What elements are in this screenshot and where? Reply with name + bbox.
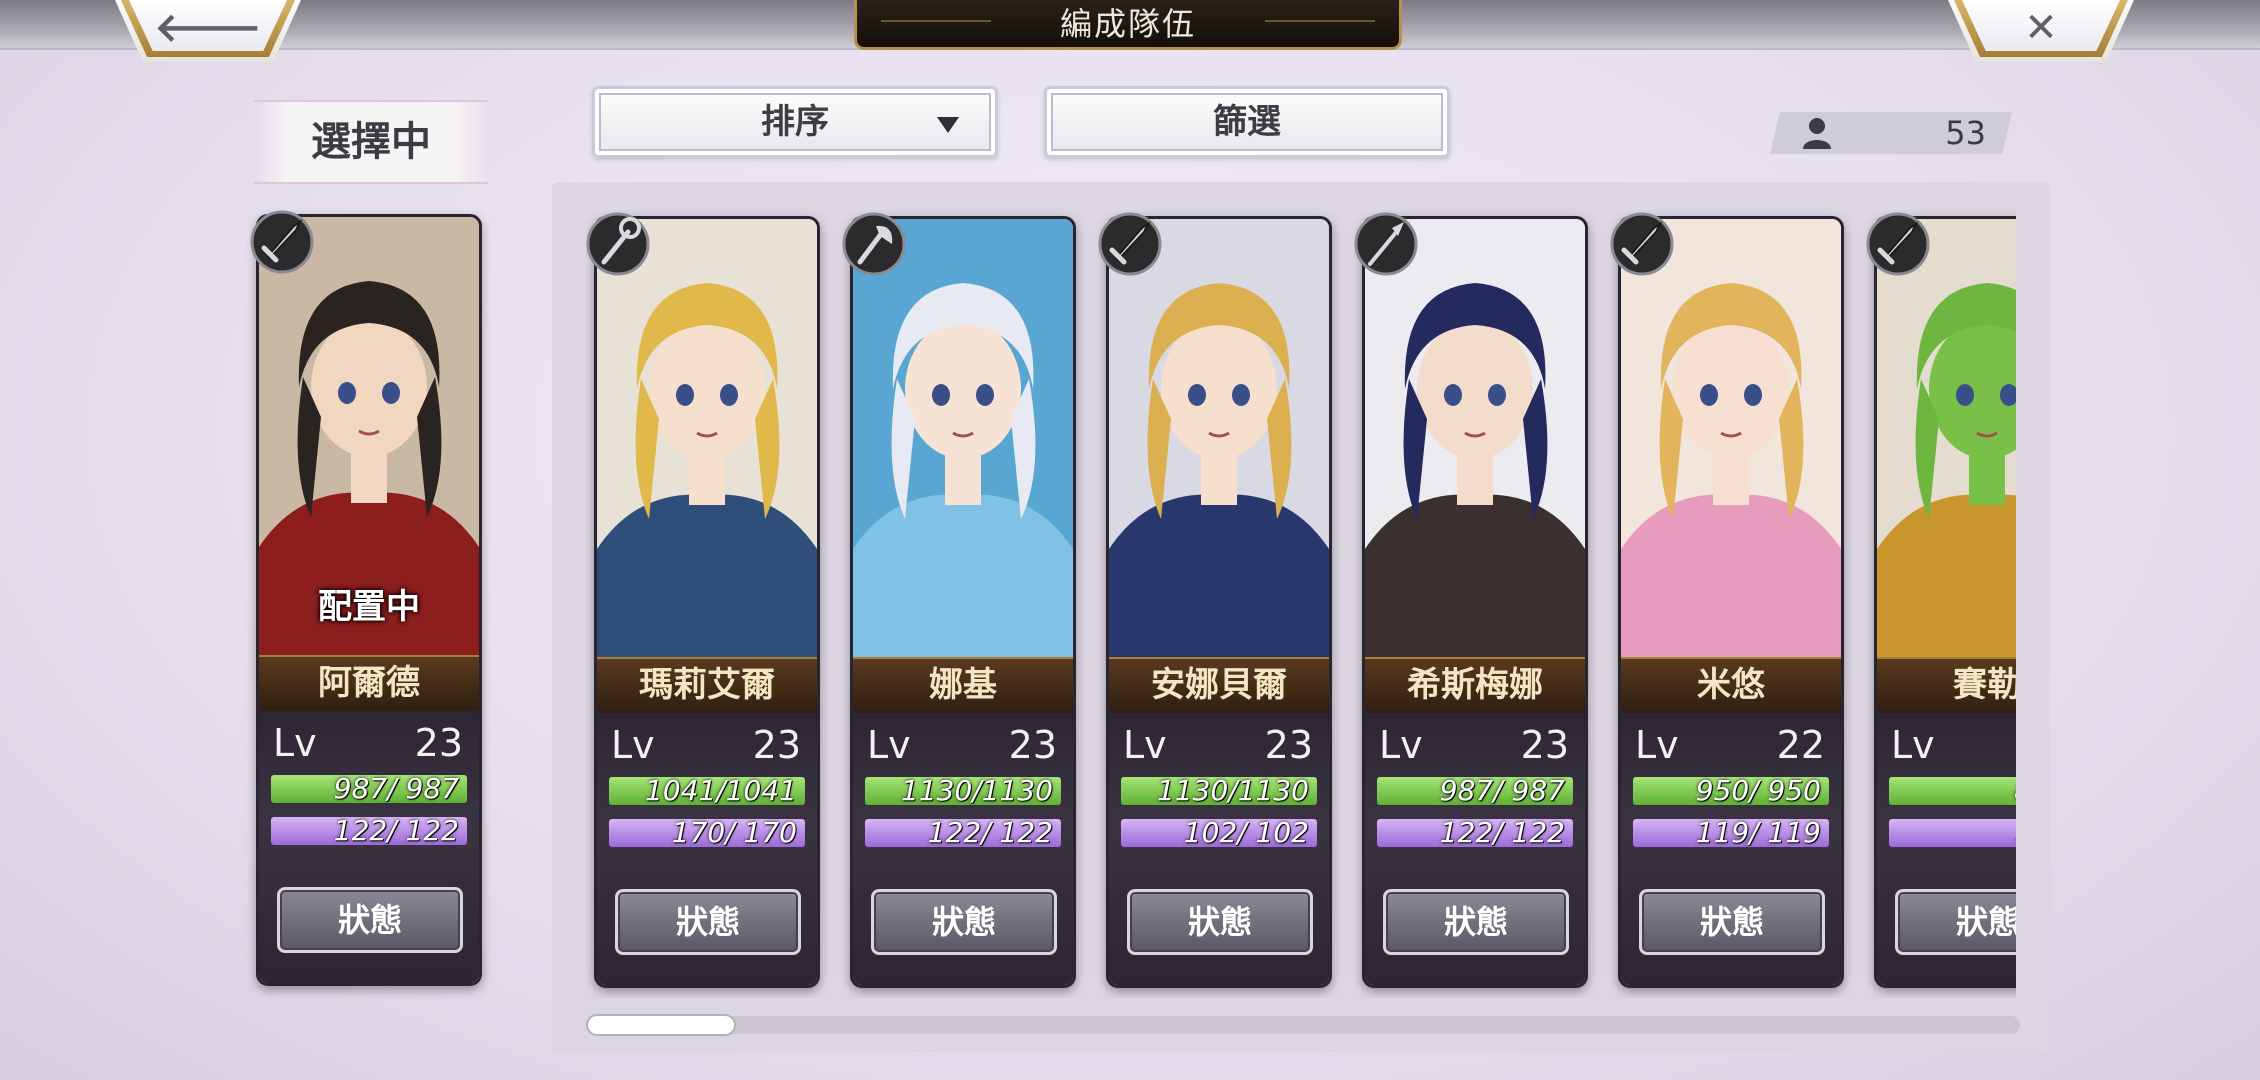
unit-card[interactable]: 希斯梅娜 Lv 23 987/ 987 122/ 122 狀態 <box>1362 216 1588 988</box>
level-value: 23 <box>1520 723 1569 767</box>
roster-scrollbar-thumb[interactable] <box>586 1014 736 1036</box>
level-value: 23 <box>1008 723 1057 767</box>
unit-card[interactable]: 安娜貝爾 Lv 23 1130/1130 102/ 102 狀態 <box>1106 216 1332 988</box>
unit-card[interactable]: 賽勒 Lv 857/134/狀態 <box>1874 216 2016 988</box>
level-label: Lv <box>867 723 911 767</box>
level-value: 23 <box>752 723 801 767</box>
sword-icon <box>1864 210 1932 278</box>
filter-label: 篩選 <box>1213 102 1281 142</box>
status-button[interactable]: 狀態 <box>1639 889 1825 955</box>
sword-icon <box>1608 210 1676 278</box>
unit-stats: Lv 857/134/狀態 <box>1877 713 2016 985</box>
close-icon: ✕ <box>2024 5 2058 51</box>
unit-count-badge: 53 <box>1770 112 2012 154</box>
page-title: 編成隊伍 <box>1059 5 1196 43</box>
hp-bar: 950/ 950 <box>1633 777 1829 805</box>
chevron-down-icon <box>937 117 959 133</box>
unit-portrait <box>1621 219 1841 657</box>
unit-stats: Lv 22 950/ 950 119/ 119 狀態 <box>1621 713 1841 985</box>
title-ornament-left <box>881 20 991 22</box>
level-label: Lv <box>1891 723 1935 767</box>
hp-bar: 1041/1041 <box>609 777 805 805</box>
unit-portrait <box>1109 219 1329 657</box>
hp-bar: 987/ 987 <box>271 775 467 803</box>
unit-card[interactable]: 米悠 Lv 22 950/ 950 119/ 119 狀態 <box>1618 216 1844 988</box>
selected-label: 選擇中 <box>254 100 488 184</box>
status-button[interactable]: 狀態 <box>1895 889 2016 955</box>
unit-name: 米悠 <box>1621 657 1841 715</box>
level-value: 23 <box>1264 723 1313 767</box>
unit-portrait <box>1365 219 1585 657</box>
sword-icon <box>248 208 316 276</box>
page-title-plate: 編成隊伍 <box>854 0 1402 50</box>
sp-bar: 119/ 119 <box>1633 819 1829 847</box>
back-button[interactable]: 🡐 <box>115 0 301 62</box>
level-label: Lv <box>1635 723 1679 767</box>
spear-icon <box>1352 210 1420 278</box>
unit-card[interactable]: 瑪莉艾爾 Lv 23 1041/1041 170/ 170 狀態 <box>594 216 820 988</box>
title-ornament-right <box>1265 20 1375 22</box>
unit-portrait <box>1877 219 2016 657</box>
unit-name: 瑪莉艾爾 <box>597 657 817 715</box>
unit-card[interactable]: 娜基 Lv 23 1130/1130 122/ 122 狀態 <box>850 216 1076 988</box>
close-button[interactable]: ✕ <box>1948 0 2134 62</box>
person-icon <box>1803 118 1831 149</box>
status-button[interactable]: 狀態 <box>871 889 1057 955</box>
sp-bar: 102/ 102 <box>1121 819 1317 847</box>
level-label: Lv <box>1379 723 1423 767</box>
level-label: Lv <box>1123 723 1167 767</box>
unit-name: 安娜貝爾 <box>1109 657 1329 715</box>
unit-name: 希斯梅娜 <box>1365 657 1585 715</box>
hp-bar: 1130/1130 <box>865 777 1061 805</box>
sp-bar: 122/ 122 <box>865 819 1061 847</box>
filter-button[interactable]: 篩選 <box>1044 86 1450 158</box>
sort-label: 排序 <box>761 102 829 142</box>
unit-portrait <box>853 219 1073 657</box>
roster-scroll-track[interactable] <box>586 1016 2020 1034</box>
sp-bar: 122/ 122 <box>271 817 467 845</box>
sort-dropdown[interactable]: 排序 <box>592 86 998 158</box>
roster-list[interactable]: 瑪莉艾爾 Lv 23 1041/1041 170/ 170 狀態 娜基 Lv 23 1130/11… <box>586 208 2016 998</box>
status-button[interactable]: 狀態 <box>1383 889 1569 955</box>
unit-stats: Lv 23 987/ 987 122/ 122 狀態 <box>1365 713 1585 985</box>
status-button[interactable]: 狀態 <box>1127 889 1313 955</box>
sp-bar: 122/ 122 <box>1377 819 1573 847</box>
unit-stats: Lv 23 987/ 987 122/ 122 狀態 <box>259 711 479 983</box>
sp-bar: 134/ <box>1889 819 2016 847</box>
unit-name: 賽勒 <box>1877 657 2016 715</box>
level-label: Lv <box>611 723 655 767</box>
unit-stats: Lv 23 1041/1041 170/ 170 狀態 <box>597 713 817 985</box>
unit-stats: Lv 23 1130/1130 102/ 102 狀態 <box>1109 713 1329 985</box>
hp-bar: 857/ <box>1889 777 2016 805</box>
unit-name: 阿爾德 <box>259 655 479 713</box>
unit-stats: Lv 23 1130/1130 122/ 122 狀態 <box>853 713 1073 985</box>
unit-portrait <box>597 219 817 657</box>
axe-icon <box>840 210 908 278</box>
arrow-left-icon: 🡐 <box>154 5 262 51</box>
status-button[interactable]: 狀態 <box>277 887 463 953</box>
staff-icon <box>586 210 652 278</box>
level-label: Lv <box>273 721 317 765</box>
hp-bar: 987/ 987 <box>1377 777 1573 805</box>
unit-name: 娜基 <box>853 657 1073 715</box>
status-button[interactable]: 狀態 <box>615 889 801 955</box>
level-value: 22 <box>1776 723 1825 767</box>
sp-bar: 170/ 170 <box>609 819 805 847</box>
hp-bar: 1130/1130 <box>1121 777 1317 805</box>
level-value: 23 <box>414 721 463 765</box>
placed-badge: 配置中 <box>318 587 420 627</box>
unit-count: 53 <box>1945 114 1986 152</box>
selected-unit-card[interactable]: 配置中 阿爾德 Lv 23 987/ 987 122/ 122 狀態 <box>256 214 482 986</box>
sword-icon <box>1096 210 1164 278</box>
